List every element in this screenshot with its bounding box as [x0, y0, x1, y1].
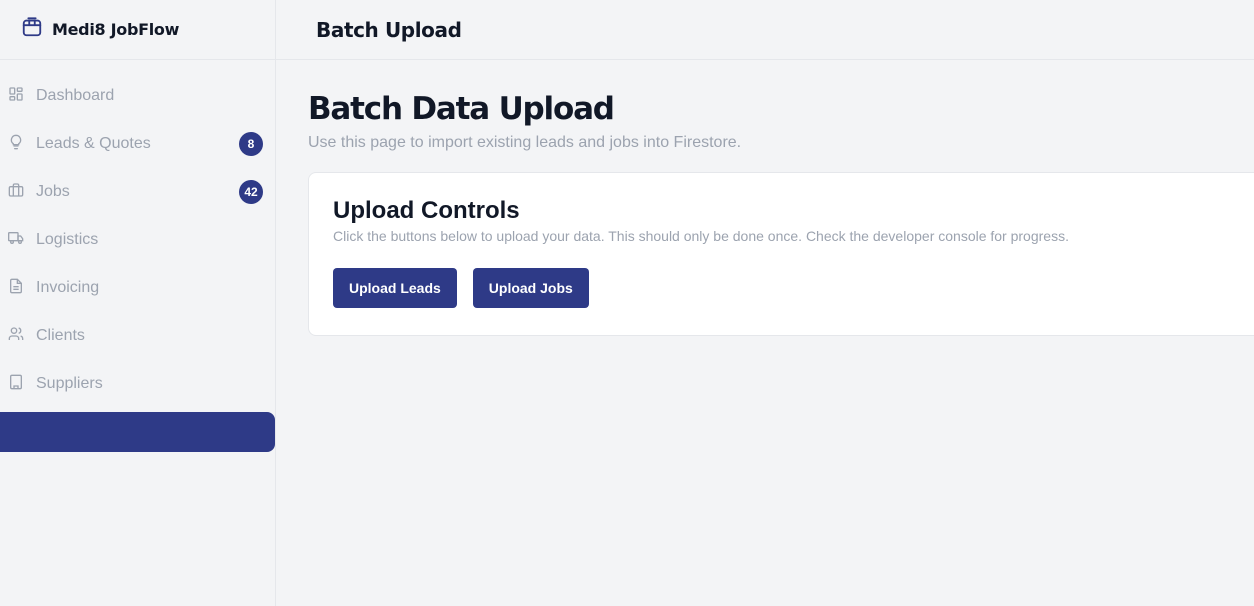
sidebar-item-label: Suppliers: [36, 375, 103, 392]
sidebar-item-suppliers[interactable]: Suppliers: [0, 360, 276, 408]
sidebar-item-label: Logistics: [36, 231, 99, 248]
button-row: Upload Leads Upload Jobs: [333, 268, 1243, 308]
header-title: Batch Upload: [316, 17, 462, 42]
lightbulb-icon: [8, 134, 24, 155]
page-subtitle: Use this page to import existing leads a…: [308, 134, 742, 151]
count-badge: 8: [239, 132, 263, 156]
upload-controls-card: Upload Controls Click the buttons below …: [308, 172, 1254, 336]
sidebar-item-label: Invoicing: [36, 279, 100, 296]
dashboard-icon: [8, 86, 24, 107]
card-description: Click the buttons below to upload your d…: [333, 228, 1069, 244]
sidebar-item-invoicing[interactable]: Invoicing: [0, 264, 276, 312]
sidebar-nav: Dashboard Leads & Quotes 8 Jobs 42 Logis…: [0, 72, 276, 408]
upload-leads-button[interactable]: Upload Leads: [333, 268, 457, 308]
sidebar-item-label: Dashboard: [36, 87, 115, 104]
sidebar-item-dashboard[interactable]: Dashboard: [0, 72, 276, 120]
brand[interactable]: Medi8 JobFlow: [0, 0, 275, 60]
sidebar-item-leads-quotes[interactable]: Leads & Quotes 8: [0, 120, 276, 168]
users-icon: [8, 326, 24, 347]
sidebar-item-label: Clients: [36, 327, 85, 344]
page-title: Batch Data Upload: [308, 91, 615, 127]
upload-jobs-button[interactable]: Upload Jobs: [472, 268, 589, 308]
main-content: Batch Data Upload Use this page to impor…: [308, 88, 1254, 336]
card-title: Upload Controls: [333, 197, 520, 224]
package-icon: [21, 16, 43, 43]
sidebar-item-active[interactable]: [0, 412, 275, 452]
sidebar-item-jobs[interactable]: Jobs 42: [0, 168, 276, 216]
app-name: Medi8 JobFlow: [52, 20, 180, 39]
count-badge: 42: [239, 180, 263, 204]
briefcase-icon: [8, 182, 24, 203]
truck-icon: [7, 230, 24, 251]
building-icon: [8, 374, 24, 395]
document-icon: [8, 278, 24, 299]
top-bar: Batch Upload: [276, 0, 1254, 60]
sidebar-item-label: Leads & Quotes: [36, 135, 151, 152]
sidebar: Medi8 JobFlow Dashboard Leads & Quotes 8…: [0, 0, 276, 606]
sidebar-item-logistics[interactable]: Logistics: [0, 216, 276, 264]
sidebar-item-clients[interactable]: Clients: [0, 312, 276, 360]
sidebar-item-label: Jobs: [36, 183, 70, 200]
